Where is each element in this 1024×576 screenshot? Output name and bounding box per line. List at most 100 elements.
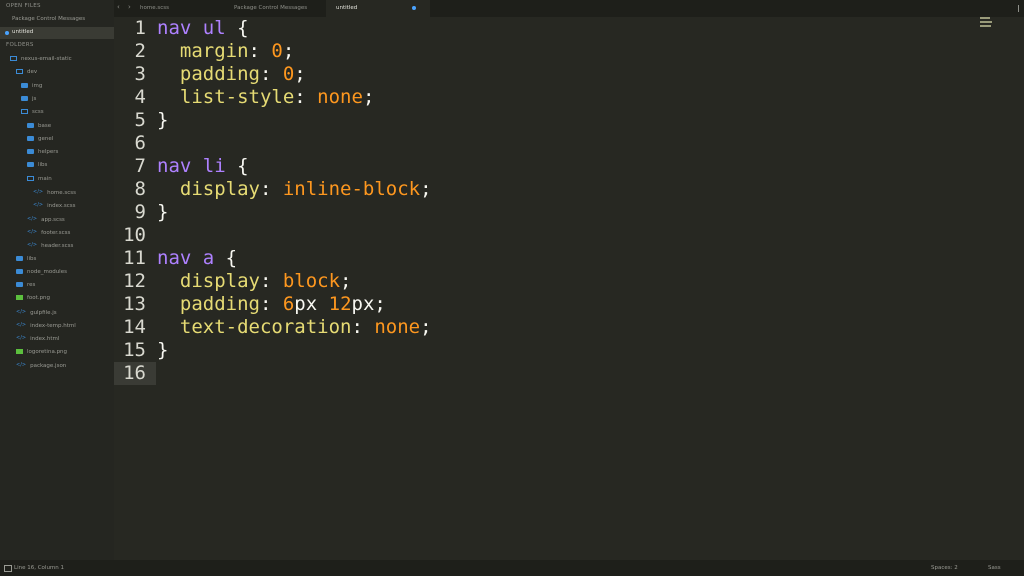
open-file-item-active[interactable]: untitled bbox=[0, 27, 114, 39]
tree-item-label: footer.scss bbox=[41, 229, 71, 236]
tree-item[interactable]: scss bbox=[21, 108, 44, 117]
code-text: list-style: none; bbox=[157, 86, 375, 109]
tree-item[interactable]: libs bbox=[16, 255, 36, 264]
tree-item[interactable]: res bbox=[16, 281, 35, 290]
tab-modified-dot-icon[interactable] bbox=[412, 6, 416, 10]
tree-item[interactable]: </> index.scss bbox=[33, 201, 76, 210]
tree-item[interactable]: helpers bbox=[27, 148, 58, 157]
indentation-setting[interactable]: Spaces: 2 bbox=[931, 565, 958, 571]
tree-item[interactable]: </> index.html bbox=[16, 334, 59, 343]
code-file-icon: </> bbox=[27, 228, 38, 235]
code-line[interactable]: 4 list-style: none; bbox=[114, 86, 976, 109]
tab-untitled[interactable]: untitled bbox=[326, 0, 430, 17]
tree-item[interactable]: nexus-email-static bbox=[10, 55, 72, 64]
tree-item[interactable]: img bbox=[21, 82, 42, 91]
tab-nav-arrows-icon[interactable]: ‹ › bbox=[117, 3, 134, 11]
tree-item-label: app.scss bbox=[41, 216, 65, 223]
scrollbar[interactable] bbox=[1018, 5, 1019, 12]
code-line[interactable]: 9} bbox=[114, 201, 976, 224]
code-file-icon: </> bbox=[16, 322, 27, 328]
code-line[interactable]: 16 bbox=[114, 362, 976, 385]
tab-untitled-label: untitled bbox=[336, 5, 358, 11]
code-token: } bbox=[157, 109, 169, 131]
code-token: inline-block bbox=[282, 178, 421, 200]
tree-item[interactable]: </> footer.scss bbox=[27, 228, 70, 237]
code-token: : bbox=[259, 270, 283, 292]
code-line[interactable]: 1 nav ul { bbox=[114, 17, 976, 40]
code-token: } bbox=[157, 339, 169, 361]
tree-item[interactable]: foot.png bbox=[16, 294, 50, 303]
code-text: margin: 0; bbox=[157, 40, 294, 63]
code-token: px bbox=[294, 293, 329, 315]
code-text: display: inline-block; bbox=[157, 178, 432, 201]
sidebar: OPEN FILES Package Control Messages unti… bbox=[0, 0, 114, 560]
code-token: : bbox=[259, 63, 283, 85]
tree-item[interactable]: genel bbox=[27, 135, 53, 144]
code-line[interactable]: 15} bbox=[114, 339, 976, 362]
folder-icon bbox=[16, 268, 23, 274]
tree-item[interactable]: </> home.scss bbox=[33, 188, 76, 197]
code-text: nav ul { bbox=[157, 17, 249, 40]
tab-bar: ‹ › home.scss Package Control Messages u… bbox=[114, 0, 1024, 17]
code-line[interactable]: 6 bbox=[114, 132, 976, 155]
tree-item[interactable]: logoretina.png bbox=[16, 348, 67, 357]
tree-item[interactable]: libs bbox=[27, 161, 47, 170]
line-number: 13 bbox=[123, 293, 146, 315]
code-line[interactable]: 13 padding: 6px 12px; bbox=[114, 293, 976, 316]
open-file-item[interactable]: Package Control Messages bbox=[12, 16, 85, 22]
tree-item[interactable]: </> header.scss bbox=[27, 241, 73, 250]
tree-item[interactable]: base bbox=[27, 122, 51, 131]
code-token: text-decoration bbox=[157, 316, 352, 338]
tab-package-control[interactable]: Package Control Messages bbox=[234, 0, 334, 17]
folder-open-icon bbox=[27, 175, 34, 181]
code-token: ; bbox=[420, 316, 432, 338]
tree-item[interactable]: js bbox=[21, 95, 36, 104]
code-token: ; bbox=[282, 40, 295, 62]
code-line[interactable]: 14 text-decoration: none; bbox=[114, 316, 976, 339]
tree-item-label: img bbox=[32, 82, 43, 89]
line-number: 16 bbox=[123, 362, 146, 384]
folder-open-icon bbox=[16, 69, 23, 75]
tree-item-label: js bbox=[32, 95, 37, 102]
code-file-icon: </> bbox=[16, 361, 27, 368]
tree-item[interactable]: node_modules bbox=[16, 268, 67, 277]
tree-item[interactable]: </> app.scss bbox=[27, 215, 65, 224]
code-line[interactable]: 5} bbox=[114, 109, 976, 132]
code-line[interactable]: 10 bbox=[114, 224, 976, 247]
tree-item[interactable]: </> package.json bbox=[16, 361, 66, 370]
code-editor[interactable]: 1 nav ul {2 margin: 0; 3 padding: 0; 4 list… bbox=[114, 17, 976, 560]
image-file-icon bbox=[16, 295, 23, 301]
code-line[interactable]: 8 display: inline-block; bbox=[114, 178, 976, 201]
tree-item[interactable]: </> index-temp.html bbox=[16, 321, 76, 330]
code-token: display bbox=[157, 178, 260, 200]
code-file-icon: </> bbox=[16, 335, 27, 342]
tree-item-label: main bbox=[38, 175, 52, 182]
tree-item-label: node_modules bbox=[27, 268, 67, 275]
tree-item-label: nexus-email-static bbox=[21, 56, 72, 62]
code-token: 0 bbox=[271, 40, 283, 62]
code-line[interactable]: 2 margin: 0; bbox=[114, 40, 976, 63]
tree-item-label: index.scss bbox=[47, 203, 76, 210]
code-token: 12 bbox=[328, 293, 352, 315]
code-token: : bbox=[259, 293, 283, 315]
code-line[interactable]: 7 nav li { bbox=[114, 155, 976, 178]
panel-toggle-icon[interactable] bbox=[4, 565, 12, 572]
tree-item-label: index.html bbox=[30, 336, 60, 343]
minimap[interactable] bbox=[980, 17, 994, 31]
code-token: : bbox=[294, 86, 318, 108]
tree-item-label: package.json bbox=[30, 362, 67, 369]
syntax-setting[interactable]: Sass bbox=[988, 565, 1001, 571]
code-token: block bbox=[282, 270, 341, 292]
code-line[interactable]: 11 nav a { bbox=[114, 247, 976, 270]
tree-item-label: home.scss bbox=[47, 190, 77, 196]
code-token: px bbox=[351, 293, 375, 315]
code-text: padding: 6px 12px; bbox=[157, 293, 386, 316]
tree-item[interactable]: </> gulpfile.js bbox=[16, 308, 57, 317]
code-line[interactable]: 12 display: block; bbox=[114, 270, 976, 293]
tree-item[interactable]: main bbox=[27, 175, 52, 184]
tree-item-label: gulpfile.js bbox=[30, 309, 57, 316]
tree-item[interactable]: dev bbox=[16, 68, 37, 77]
tab-home-scss[interactable]: home.scss bbox=[140, 0, 220, 17]
tree-item-label: header.scss bbox=[41, 243, 74, 250]
code-line[interactable]: 3 padding: 0; bbox=[114, 63, 976, 86]
